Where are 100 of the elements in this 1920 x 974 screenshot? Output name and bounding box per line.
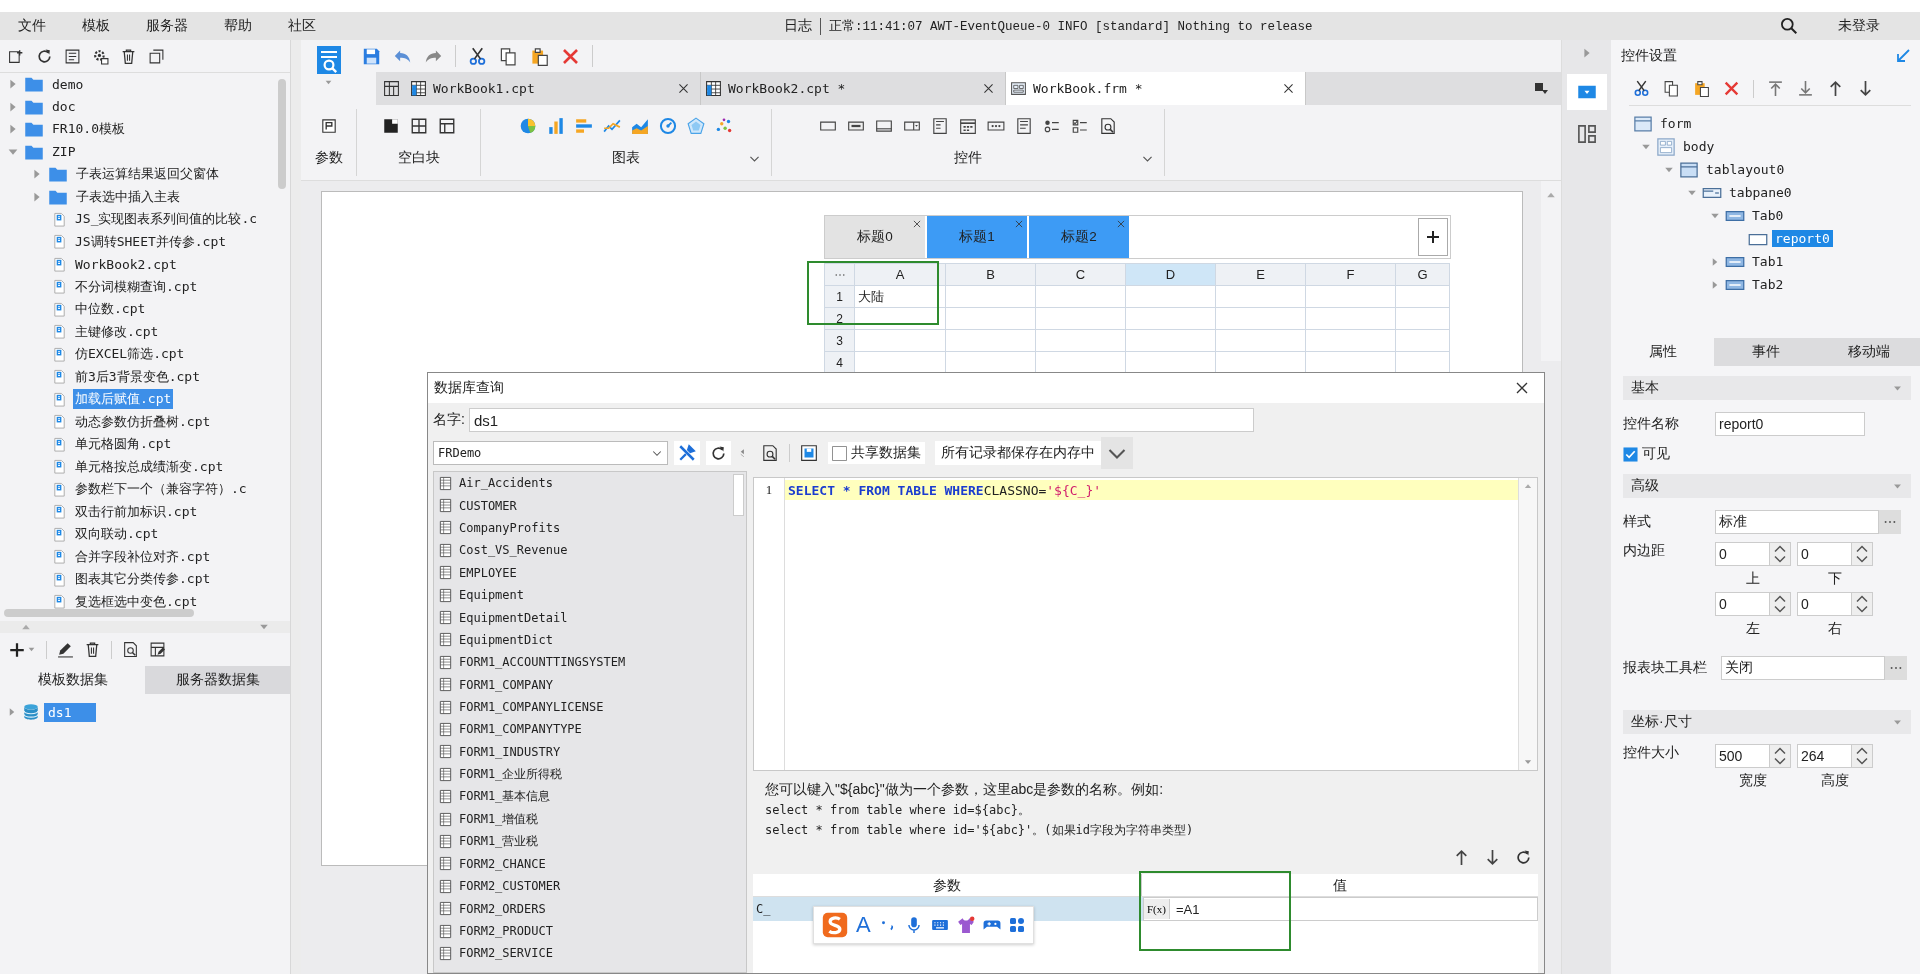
sql-editor[interactable]: 1 SELECT * FROM TABLE WHERECLASSNO='${C_}' — [753, 477, 1538, 771]
checkbox[interactable] — [1623, 446, 1638, 462]
list-widget-icon[interactable] — [931, 117, 949, 135]
move-down-icon[interactable] — [1857, 80, 1874, 97]
new-folder-icon[interactable] — [8, 47, 25, 65]
spinner-arrows-icon[interactable] — [1852, 542, 1873, 566]
tree-item[interactable]: ZIP — [50, 143, 78, 161]
close-icon[interactable] — [982, 82, 995, 95]
column-header[interactable]: B — [945, 263, 1036, 286]
move-down-icon[interactable] — [1484, 849, 1501, 866]
tree-item[interactable]: Tab0 — [1749, 207, 1787, 224]
column-header[interactable]: C — [1035, 263, 1126, 286]
property-tab[interactable]: 事件 — [1714, 338, 1818, 366]
tree-item[interactable]: 子表运算结果返回父窗体 — [74, 164, 221, 185]
tree-item[interactable]: demo — [50, 75, 86, 93]
row-header[interactable]: 1 — [824, 285, 855, 308]
dataset-tab[interactable]: 服务器数据集 — [145, 666, 290, 694]
pie-chart-icon[interactable] — [519, 117, 537, 135]
table-item[interactable]: FORM1_COMPANY — [459, 677, 553, 692]
preview-icon[interactable] — [1099, 117, 1117, 135]
menu-item[interactable]: 社区 — [270, 14, 334, 38]
section-header[interactable]: 基本 — [1623, 376, 1911, 400]
preview-icon[interactable] — [122, 641, 139, 658]
value-field[interactable]: F(x) =A1 — [1143, 897, 1538, 921]
spinner-arrows-icon[interactable] — [1770, 542, 1791, 566]
move-up-icon[interactable] — [1453, 849, 1470, 866]
move-top-icon[interactable] — [1767, 80, 1784, 97]
block-icon[interactable] — [381, 117, 400, 135]
tree-item[interactable]: 不分词模糊查询.cpt — [73, 276, 200, 297]
table-item[interactable]: FORM1_营业税 — [459, 832, 539, 850]
tree-item[interactable]: body — [1680, 138, 1718, 155]
tree-item[interactable]: FR10.0模板 — [50, 119, 127, 140]
shirt-icon[interactable] — [956, 916, 975, 934]
menu-item[interactable]: 服务器 — [128, 14, 206, 38]
tree-item[interactable]: 动态参数仿折叠树.cpt — [73, 411, 213, 432]
tree-item[interactable]: 子表选中插入主表 — [74, 186, 182, 207]
tree-item[interactable]: JS_实现图表系列间值的比较.c — [73, 209, 260, 230]
tree-item[interactable]: Tab1 — [1749, 253, 1787, 270]
dropdown-caret-icon[interactable] — [324, 78, 333, 87]
tree-item[interactable]: 双向联动.cpt — [73, 524, 161, 545]
add-icon[interactable] — [8, 640, 26, 659]
paste-icon[interactable] — [1693, 80, 1710, 97]
document-tab[interactable]: WorkBook.frm * — [1006, 72, 1306, 105]
text-field[interactable]: report0 — [1715, 412, 1865, 436]
table-item[interactable]: Air_Accidents — [459, 476, 553, 491]
scrollbar[interactable] — [4, 609, 194, 617]
cut-icon[interactable] — [1633, 80, 1650, 97]
text-field-widget-icon[interactable] — [875, 117, 893, 135]
parameter-icon[interactable] — [319, 117, 338, 135]
checkbox[interactable] — [832, 445, 847, 461]
spinner-arrows-icon[interactable] — [1852, 592, 1873, 616]
section-header[interactable]: 坐标·尺寸 — [1623, 710, 1911, 734]
close-icon[interactable] — [912, 219, 922, 229]
table-item[interactable]: FORM2_CUSTOMER — [459, 879, 561, 894]
table-item[interactable]: FORM2_CHANCE — [459, 856, 546, 871]
checkbox-widget-icon[interactable] — [1071, 117, 1089, 135]
grid-block-icon[interactable] — [437, 117, 456, 135]
number-field[interactable]: 0 — [1715, 542, 1770, 566]
gauge-chart-icon[interactable] — [659, 117, 677, 135]
move-bottom-icon[interactable] — [1797, 80, 1814, 97]
table-item[interactable]: FORM1_基本信息 — [459, 788, 551, 806]
column-header[interactable]: A — [854, 263, 946, 286]
table-item[interactable]: FORM2_SERVICE — [459, 946, 553, 961]
column-header[interactable]: E — [1215, 263, 1306, 286]
tree-item[interactable]: doc — [50, 98, 78, 116]
table-item[interactable]: FORM1_COMPANYLICENSE — [459, 700, 604, 715]
row-header[interactable]: 3 — [824, 329, 855, 352]
tree-item[interactable]: tabpane0 — [1726, 184, 1795, 201]
scrollbar[interactable] — [1541, 181, 1561, 361]
number-field[interactable]: 0 — [1797, 592, 1852, 616]
radar-chart-icon[interactable] — [687, 117, 705, 135]
pencil-icon[interactable] — [57, 641, 74, 658]
table-item[interactable]: CUSTOMER — [459, 498, 517, 513]
sogou-logo-icon[interactable] — [822, 912, 848, 938]
table-item[interactable]: Equipment — [459, 588, 525, 603]
number-field[interactable]: 0 — [1715, 592, 1770, 616]
scrollbar[interactable] — [733, 474, 744, 516]
table-item[interactable]: Cost_VS_Revenue — [459, 543, 568, 558]
table-item[interactable]: FORM2_PRODUCT — [459, 924, 553, 938]
bar-chart-icon[interactable] — [547, 117, 565, 135]
dock-arrow-icon[interactable] — [1895, 48, 1911, 64]
tree-item[interactable]: 中位数.cpt — [73, 299, 148, 320]
tree-item[interactable]: 前3后3背景变色.cpt — [73, 366, 202, 387]
spinner-arrows-icon[interactable] — [1770, 592, 1791, 616]
spinner-arrows-icon[interactable] — [1852, 744, 1873, 768]
table-item[interactable]: FORM1_COMPANYTYPE — [459, 722, 582, 737]
date-widget-icon[interactable] — [959, 117, 977, 135]
tree-item[interactable]: report0 — [1772, 230, 1833, 247]
add-sheet-icon[interactable] — [382, 80, 400, 97]
name-field[interactable]: ds1 — [468, 408, 1254, 432]
paste-icon[interactable] — [530, 46, 549, 66]
document-tab[interactable]: WorkBook1.cpt — [406, 72, 701, 105]
tree-item[interactable]: JS调转SHEET并传参.cpt — [73, 231, 229, 252]
delete-icon[interactable] — [1723, 80, 1740, 97]
apps-icon[interactable] — [1008, 917, 1025, 933]
table-item[interactable]: FORM1_INDUSTRY — [459, 744, 561, 759]
tools-button[interactable] — [674, 441, 700, 465]
split-block-icon[interactable] — [409, 117, 428, 135]
edit-table-icon[interactable] — [149, 641, 166, 658]
tree-item[interactable]: 参数栏下一个（兼容字符）.c — [73, 479, 249, 500]
